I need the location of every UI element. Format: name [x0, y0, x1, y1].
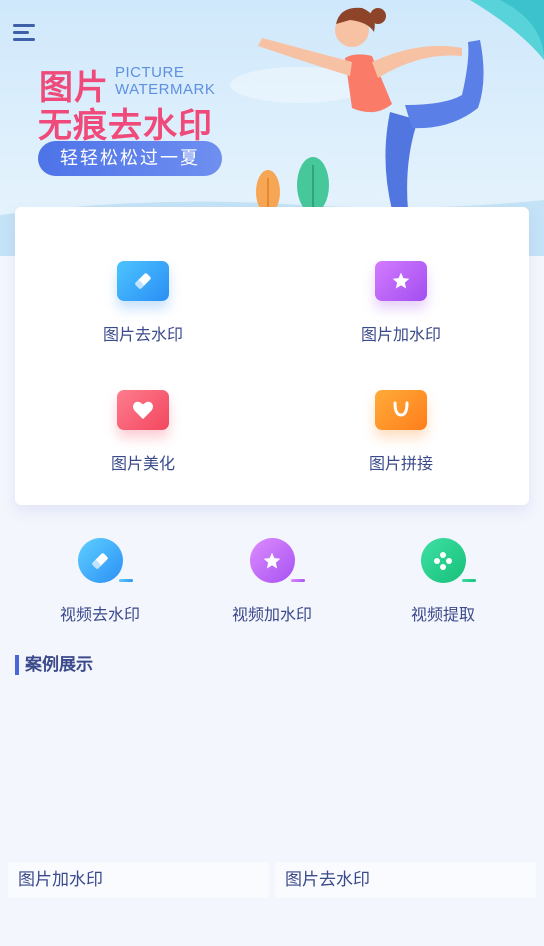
tool-label: 图片拼接 — [368, 454, 433, 473]
tool-label: 图片美化 — [110, 454, 175, 473]
image-tools-card: 图片去水印 图片加水印 图片美化 图片拼接 — [15, 207, 529, 505]
video-extract[interactable]: 视频提取 — [368, 538, 518, 625]
banner-title-line2: 无痕去水印 — [38, 106, 213, 146]
banner-en-line2: WATERMARK — [115, 81, 216, 98]
star-icon — [375, 261, 427, 301]
video-tool-label: 视频加水印 — [231, 605, 312, 624]
banner-en-line1: PICTURE — [115, 64, 185, 81]
film-reel-icon — [420, 538, 476, 583]
bag-icon — [375, 390, 427, 430]
case-card-remove-watermark[interactable]: 图片去水印 — [275, 862, 536, 898]
tool-add-watermark[interactable]: 图片加水印 — [326, 261, 476, 345]
eraser-icon — [77, 538, 133, 583]
video-tool-label: 视频去水印 — [59, 605, 140, 624]
menu-icon[interactable] — [13, 24, 37, 44]
eraser-icon — [117, 261, 169, 301]
tool-beautify[interactable]: 图片美化 — [68, 390, 218, 474]
video-remove-watermark[interactable]: 视频去水印 — [25, 538, 175, 625]
tool-stitch[interactable]: 图片拼接 — [326, 390, 476, 474]
star-icon — [249, 538, 305, 583]
tool-label: 图片加水印 — [360, 325, 441, 344]
video-add-watermark[interactable]: 视频加水印 — [197, 538, 347, 625]
heart-icon — [117, 390, 169, 430]
case-card-add-watermark[interactable]: 图片加水印 — [8, 862, 269, 898]
video-tool-label: 视频提取 — [410, 605, 475, 624]
tool-label: 图片去水印 — [102, 325, 183, 344]
banner-pill-button[interactable]: 轻轻松松过一夏 — [38, 141, 222, 176]
section-title: 案例展示 — [15, 655, 93, 675]
banner-subtitle-en: PICTURE WATERMARK — [115, 64, 215, 98]
tool-remove-watermark[interactable]: 图片去水印 — [68, 261, 218, 345]
